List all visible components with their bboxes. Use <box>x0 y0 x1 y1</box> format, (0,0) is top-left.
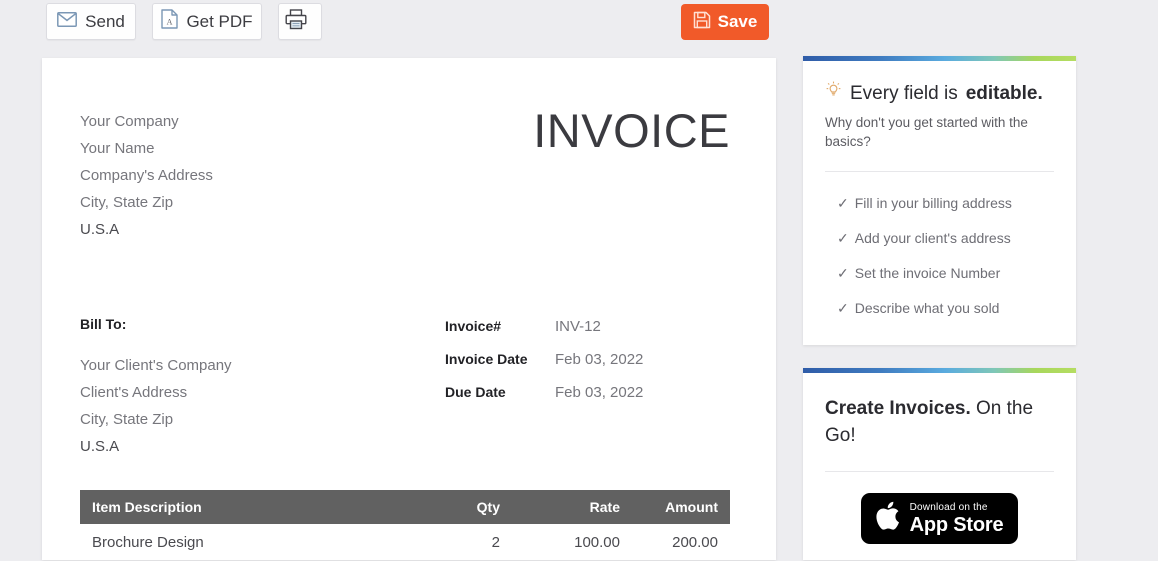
invoice-date-value[interactable]: Feb 03, 2022 <box>555 351 643 368</box>
mobile-app-card: Create Invoices. On the Go! Download on … <box>803 368 1076 560</box>
tips-card: Every field is editable. Why don't you g… <box>803 56 1076 345</box>
toolbar: Send A Get PDF Save <box>0 0 1158 45</box>
due-date-label: Due Date <box>445 384 506 400</box>
pdf-file-icon: A <box>161 9 179 34</box>
check-icon: ✓ <box>837 300 849 316</box>
save-button-label: Save <box>717 12 758 31</box>
checklist-item-client-address[interactable]: ✓ Add your client's address <box>837 221 1076 256</box>
checklist-label: Describe what you sold <box>854 300 1000 316</box>
get-pdf-button-label: Get PDF <box>186 12 253 31</box>
checklist-item-describe-sold[interactable]: ✓ Describe what you sold <box>837 291 1076 326</box>
app-card-heading: Create Invoices. On the Go! <box>825 395 1054 449</box>
tips-checklist: ✓ Fill in your billing address ✓ Add your … <box>803 172 1076 326</box>
table-row[interactable]: Brochure Design 2 100.00 200.00 <box>80 524 730 561</box>
checklist-item-billing-address[interactable]: ✓ Fill in your billing address <box>837 186 1076 221</box>
app-store-badge-button[interactable]: Download on the App Store <box>861 493 1018 544</box>
envelope-icon <box>57 11 78 32</box>
invoice-number-value[interactable]: INV-12 <box>555 318 601 335</box>
svg-text:A: A <box>167 18 173 27</box>
column-header-amount: Amount <box>665 499 718 515</box>
company-city-state-field[interactable]: City, State Zip <box>80 189 213 216</box>
cell-amount: 200.00 <box>672 534 718 551</box>
send-button-label: Send <box>85 12 125 31</box>
checklist-label: Set the invoice Number <box>854 265 1001 281</box>
invoice-document: Your Company Your Name Company's Address… <box>42 58 776 560</box>
print-button[interactable] <box>278 3 322 40</box>
cell-qty[interactable]: 2 <box>390 534 500 551</box>
company-address-field[interactable]: Company's Address <box>80 162 213 189</box>
app-store-badge-text: Download on the App Store <box>909 501 1004 536</box>
app-store-badge-small-text: Download on the <box>909 501 988 513</box>
column-header-description: Item Description <box>92 499 202 515</box>
page-title: INVOICE <box>533 104 730 157</box>
client-company-field[interactable]: Your Client's Company <box>80 352 232 379</box>
app-store-badge-big-text: App Store <box>909 513 1004 536</box>
client-city-state-field[interactable]: City, State Zip <box>80 406 232 433</box>
app-heading-bold: Create Invoices. <box>825 398 971 419</box>
due-date-value[interactable]: Feb 03, 2022 <box>555 384 643 401</box>
column-header-rate: Rate <box>589 499 620 515</box>
your-name-field[interactable]: Your Name <box>80 135 213 162</box>
line-items-table: Item Description Qty Rate Amount Brochur… <box>80 490 730 561</box>
cell-description[interactable]: Brochure Design <box>80 534 390 551</box>
due-date-row: Due Date Feb 03, 2022 <box>445 384 643 417</box>
company-address-block[interactable]: Your Company Your Name Company's Address… <box>80 108 213 243</box>
invoice-number-label: Invoice# <box>445 318 502 334</box>
client-address-field[interactable]: Client's Address <box>80 379 232 406</box>
check-icon: ✓ <box>837 195 849 211</box>
send-button[interactable]: Send <box>46 3 136 40</box>
tips-card-heading: Every field is editable. <box>825 81 1054 106</box>
apple-logo-icon <box>876 501 901 536</box>
checklist-label: Fill in your billing address <box>854 195 1012 211</box>
invoice-number-row: Invoice# INV-12 <box>445 318 643 351</box>
bill-to-block: Bill To: Your Client's Company Client's … <box>80 316 232 460</box>
tips-heading-bold: editable. <box>965 82 1043 104</box>
company-name-field[interactable]: Your Company <box>80 108 213 135</box>
invoice-date-row: Invoice Date Feb 03, 2022 <box>445 351 643 384</box>
client-country-field[interactable]: U.S.A <box>80 433 232 460</box>
table-header-row: Item Description Qty Rate Amount <box>80 490 730 524</box>
tips-heading-normal: Every field is <box>850 82 958 104</box>
save-button[interactable]: Save <box>681 4 769 40</box>
bill-to-label: Bill To: <box>80 316 127 332</box>
app-card-divider <box>825 471 1054 472</box>
column-header-qty: Qty <box>476 499 500 515</box>
invoice-date-label: Invoice Date <box>445 351 528 367</box>
save-disk-icon <box>693 11 711 34</box>
checklist-label: Add your client's address <box>854 230 1011 246</box>
invoice-meta-block: Invoice# INV-12 Invoice Date Feb 03, 202… <box>445 318 643 417</box>
check-icon: ✓ <box>837 230 849 246</box>
printer-icon <box>285 8 307 35</box>
cell-rate[interactable]: 100.00 <box>500 534 620 551</box>
lightbulb-icon <box>825 81 842 106</box>
check-icon: ✓ <box>837 265 849 281</box>
tips-card-subtitle: Why don't you get started with the basic… <box>825 115 1028 149</box>
get-pdf-button[interactable]: A Get PDF <box>152 3 262 40</box>
company-country-field[interactable]: U.S.A <box>80 216 213 243</box>
checklist-item-invoice-number[interactable]: ✓ Set the invoice Number <box>837 256 1076 291</box>
